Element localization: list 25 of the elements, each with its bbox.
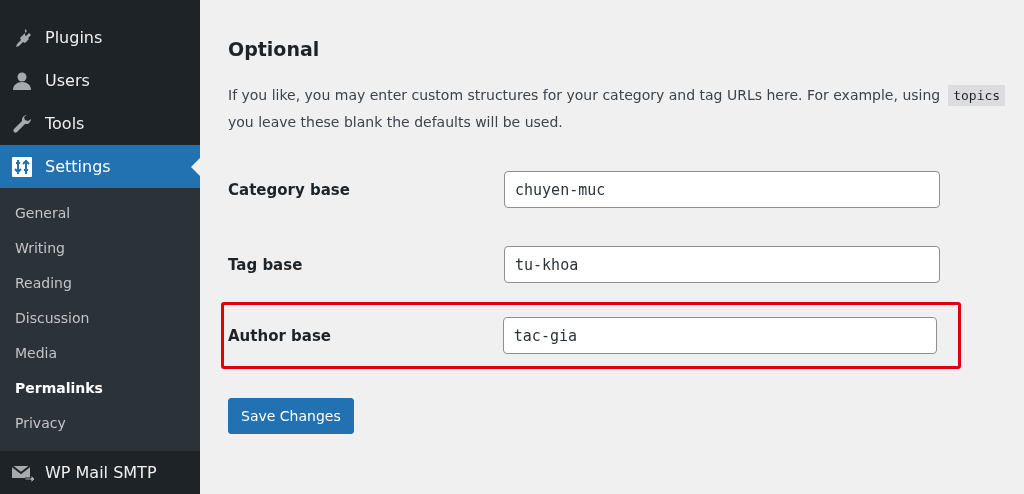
- text-field[interactable]: tu-khoa: [504, 246, 940, 283]
- sliders-icon: [11, 155, 33, 178]
- submenu-item[interactable]: Reading: [0, 266, 200, 301]
- submenu-item[interactable]: Media: [0, 336, 200, 371]
- submenu-item[interactable]: Discussion: [0, 301, 200, 336]
- submenu-item[interactable]: Writing: [0, 231, 200, 266]
- field-label: Author base: [228, 326, 333, 345]
- description-text: you leave these blank the defaults will be used.: [228, 113, 563, 132]
- submenu-item[interactable]: Privacy: [0, 406, 200, 441]
- submenu-item[interactable]: Permalinks: [0, 371, 200, 406]
- code-sample: topics: [948, 85, 1006, 106]
- text-field[interactable]: tac-gia: [502, 317, 937, 354]
- save-button[interactable]: Save Changes: [228, 398, 354, 434]
- field-label: Tag base: [228, 255, 304, 274]
- description-text: If you like, you may enter custom structures for your category and tag URLs here. For example, using: [228, 86, 941, 105]
- wrench-icon: [11, 112, 33, 135]
- submenu-item[interactable]: General: [0, 196, 200, 231]
- sidebar-item[interactable]: Tools: [0, 102, 200, 145]
- sidebar-item[interactable]: WP Mail SMTP: [0, 451, 200, 494]
- sidebar-item[interactable]: Plugins: [0, 16, 200, 59]
- sidebar-item[interactable]: Users: [0, 59, 200, 102]
- section-heading: Optional: [228, 38, 321, 60]
- field-label: Category base: [228, 180, 351, 199]
- text-field[interactable]: chuyen-muc: [504, 171, 940, 208]
- sidebar-item[interactable]: Settings: [0, 145, 200, 188]
